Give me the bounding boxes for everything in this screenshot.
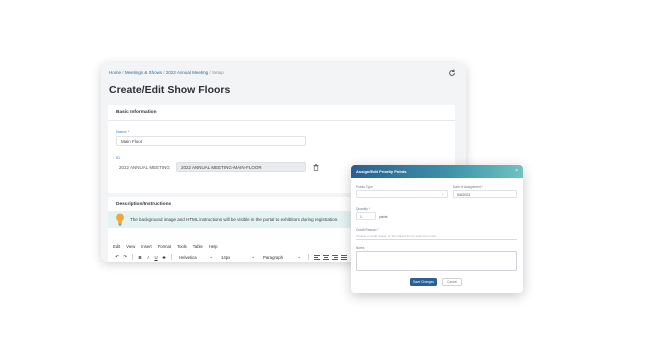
points-type-select[interactable]: ⌄ — [356, 190, 448, 198]
redo-icon[interactable]: ↷ — [121, 254, 129, 260]
underline-button[interactable]: U — [152, 255, 160, 260]
breadcrumb-separator: / — [122, 70, 124, 75]
menu-view[interactable]: View — [126, 244, 135, 249]
toolbar-separator — [171, 254, 172, 260]
lightbulb-icon — [116, 213, 124, 226]
priority-points-modal: Assign/Edit Priority Points × Points Typ… — [351, 165, 523, 293]
page-title: Create/Edit Show Floors — [109, 84, 231, 96]
id-prefix: 2022 ANNUAL MEETING — [119, 165, 170, 170]
menu-tools[interactable]: Tools — [177, 244, 187, 249]
breadcrumb-current: Setup — [211, 70, 224, 75]
breadcrumb-meeting[interactable]: 2022 Annual Meeting — [166, 70, 208, 75]
bold-button[interactable]: B — [136, 255, 144, 260]
credit-reason-label: Credit Reason * — [356, 228, 379, 232]
modal-title: Assign/Edit Priority Points — [356, 169, 407, 174]
chevron-down-icon: ⌄ — [251, 254, 255, 259]
font-family-value: Helvetica — [179, 254, 197, 260]
italic-button[interactable]: I — [144, 255, 152, 260]
menu-format[interactable]: Format — [158, 244, 171, 249]
description-header: Description/Instructions — [116, 202, 172, 207]
font-size-select[interactable]: 14px ⌄ — [221, 254, 255, 260]
date-label: Date of Assignment * — [453, 185, 483, 189]
notes-label: Notes — [356, 246, 365, 250]
menu-insert[interactable]: Insert — [141, 244, 151, 249]
refresh-icon[interactable] — [448, 69, 456, 77]
toolbar-separator — [132, 254, 133, 260]
block-format-select[interactable]: Paragraph ⌄ — [263, 254, 301, 260]
close-icon[interactable]: × — [515, 168, 518, 174]
breadcrumb-home[interactable]: Home — [109, 70, 121, 75]
name-label: Name * — [116, 129, 130, 134]
chevron-down-icon: ⌄ — [441, 192, 444, 196]
menu-help[interactable]: Help — [209, 244, 218, 249]
name-input[interactable]: Main Floor — [116, 136, 306, 146]
breadcrumb-meetings[interactable]: Meetings & Shows — [125, 70, 162, 75]
breadcrumb-separator: / — [163, 70, 165, 75]
menu-table[interactable]: Table — [193, 244, 203, 249]
save-changes-button[interactable]: Save Changes — [410, 278, 437, 286]
chevron-down-icon: ⌄ — [297, 254, 301, 259]
id-label: ID — [116, 155, 120, 160]
date-input[interactable]: 5/6/2023 — [453, 190, 517, 198]
points-type-label: Points Type — [356, 185, 373, 189]
editor-menubar: Edit View Insert Format Tools Table Help — [113, 244, 217, 249]
basic-information-header: Basic Information — [116, 110, 157, 115]
editor-toolbar: ↶ ↷ B I U S Helvetica ⌄ 14px ⌄ Paragraph ⌄ — [113, 253, 373, 261]
undo-icon[interactable]: ↶ — [113, 254, 121, 260]
divider — [108, 120, 455, 121]
notes-textarea[interactable] — [356, 251, 517, 271]
cancel-button[interactable]: Cancel — [442, 278, 462, 286]
quantity-input[interactable]: 1 — [356, 212, 376, 220]
align-left-icon[interactable] — [313, 254, 320, 260]
quantity-label: Quantity * — [356, 207, 370, 211]
align-right-icon[interactable] — [331, 254, 338, 260]
credit-reason-placeholder: Choose a credit reason or Text-based lis… — [356, 234, 436, 238]
font-family-select[interactable]: Helvetica ⌄ — [179, 254, 213, 260]
align-justify-icon[interactable] — [340, 254, 347, 260]
quantity-unit: points — [379, 215, 388, 219]
toolbar-separator — [308, 254, 309, 260]
strikethrough-button[interactable]: S — [160, 255, 168, 260]
trash-icon[interactable] — [313, 164, 319, 171]
menu-edit[interactable]: Edit — [113, 244, 120, 249]
screenshot-stage: Home / Meetings & Shows / 2022 Annual Me… — [0, 0, 665, 350]
chevron-down-icon: ⌄ — [209, 254, 213, 259]
credit-reason-input[interactable]: Choose a credit reason or Text-based lis… — [356, 234, 517, 240]
font-size-value: 14px — [221, 254, 231, 260]
block-format-value: Paragraph — [263, 254, 284, 260]
modal-header: Assign/Edit Priority Points × — [351, 165, 523, 178]
id-input: 2022 ANNUAL MEETING-MAIN-FLOOR — [176, 162, 306, 172]
breadcrumb: Home / Meetings & Shows / 2022 Annual Me… — [109, 70, 224, 75]
breadcrumb-separator: / — [209, 70, 211, 75]
info-text: The background image and HTML instructio… — [130, 217, 339, 222]
align-center-icon[interactable] — [322, 254, 329, 260]
